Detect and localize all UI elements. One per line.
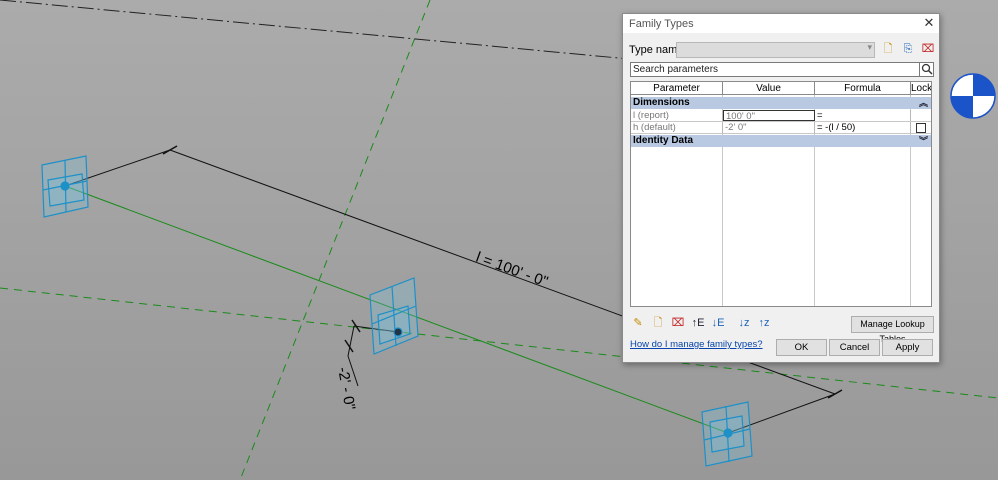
column-header-parameter[interactable]: Parameter — [631, 82, 723, 95]
family-types-dialog: Family Types ✕ Type name: ▾ 🗋 ⎘ ⌧ Parame… — [622, 13, 940, 363]
reference-plane-top — [0, 0, 641, 61]
expand-icon[interactable]: ︾ — [919, 135, 928, 147]
ok-button[interactable]: OK — [776, 339, 827, 356]
dimension-length-label: l = 100' - 0" — [474, 249, 551, 291]
lock-cell — [911, 110, 931, 121]
parameter-name: h (default) — [631, 122, 723, 133]
value-field[interactable]: 100' 0" — [723, 110, 815, 121]
formula-field[interactable]: = — [815, 110, 911, 121]
search-box — [630, 62, 934, 77]
dialog-title: Family Types — [629, 18, 694, 30]
group-label: Identity Data — [633, 135, 694, 146]
edit-parameter-icon[interactable]: ✎ — [631, 316, 645, 330]
chevron-down-icon: ▾ — [867, 42, 872, 52]
type-name-row: Type name: ▾ 🗋 ⎘ ⌧ — [629, 42, 935, 58]
column-header-value[interactable]: Value — [723, 82, 815, 95]
move-up-icon[interactable]: ↑E — [691, 316, 705, 330]
table-row[interactable]: l (report) 100' 0" = — [631, 110, 931, 122]
lock-checkbox[interactable] — [916, 123, 926, 133]
delete-type-icon[interactable]: ⌧ — [921, 42, 935, 56]
element-right — [701, 401, 753, 467]
dialog-titlebar[interactable]: Family Types ✕ — [623, 14, 939, 33]
view-navigation-icon — [950, 73, 996, 119]
lock-cell — [911, 122, 931, 133]
apply-button[interactable]: Apply — [882, 339, 933, 356]
close-icon[interactable]: ✕ — [921, 15, 937, 31]
value-field[interactable]: -2' 0" — [723, 122, 815, 133]
new-type-icon[interactable]: 🗋 — [881, 42, 895, 56]
reference-plane-vertical — [239, 0, 431, 480]
parameter-name: l (report) — [631, 110, 723, 121]
group-label: Dimensions — [633, 97, 690, 108]
rename-type-icon[interactable]: ⎘ — [901, 42, 915, 56]
manage-lookup-tables-button[interactable]: Manage Lookup Tables — [851, 316, 934, 344]
column-header-lock[interactable]: Lock — [911, 82, 931, 95]
table-row[interactable]: h (default) -2' 0" = -(l / 50) — [631, 122, 931, 134]
help-link[interactable]: How do I manage family types? — [630, 339, 763, 350]
parameters-grid: Parameter Value Formula Lock Dimensions … — [630, 81, 932, 307]
sort-descending-icon[interactable]: ↑z — [757, 316, 771, 330]
column-header-formula[interactable]: Formula — [815, 82, 911, 95]
new-parameter-icon[interactable]: 🗋 — [651, 316, 665, 330]
formula-field[interactable]: = -(l / 50) — [815, 122, 911, 133]
search-input[interactable] — [631, 63, 915, 76]
collapse-icon[interactable]: ︽ — [919, 97, 928, 109]
search-icon[interactable] — [919, 62, 934, 76]
sort-ascending-icon[interactable]: ↓z — [737, 316, 751, 330]
type-name-dropdown[interactable]: ▾ — [676, 42, 875, 58]
group-header-dimensions[interactable]: Dimensions ︽ — [631, 97, 931, 109]
element-left — [41, 155, 89, 218]
delete-parameter-icon[interactable]: ⌧ — [671, 316, 685, 330]
element-middle — [369, 277, 419, 355]
move-down-icon[interactable]: ↓E — [711, 316, 725, 330]
group-header-identity-data[interactable]: Identity Data ︾ — [631, 135, 931, 147]
cancel-button[interactable]: Cancel — [829, 339, 880, 356]
dimension-height-label: -2' - 0" — [334, 366, 358, 411]
